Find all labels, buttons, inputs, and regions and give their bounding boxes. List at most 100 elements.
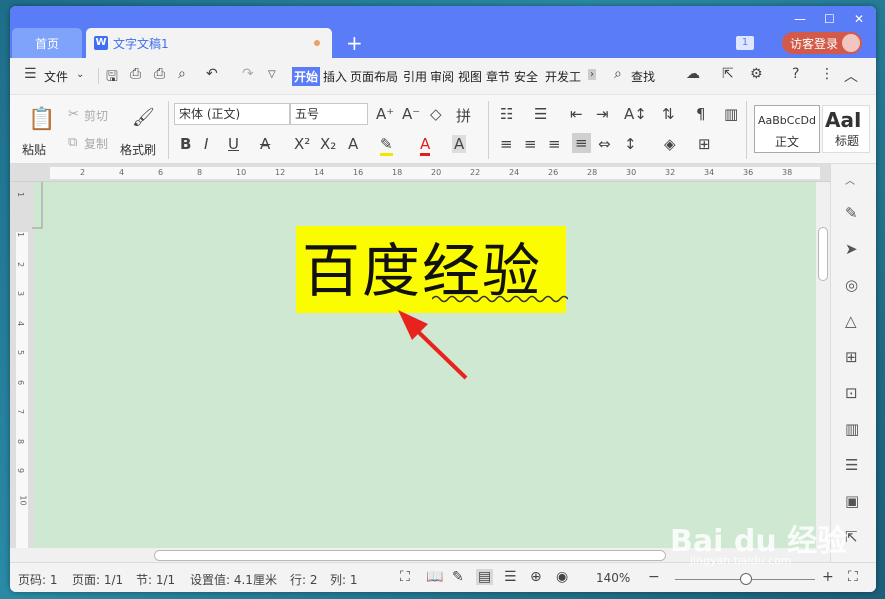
login-button[interactable]: 访客登录 <box>782 32 862 54</box>
zoom-out-icon[interactable]: − <box>648 569 660 585</box>
chevron-right-icon[interactable]: › <box>588 69 596 80</box>
justify-icon[interactable]: ≡ <box>572 133 591 153</box>
find-button[interactable]: 查找 <box>631 68 655 85</box>
strikethrough-icon[interactable]: A <box>260 135 270 153</box>
edit-mode-icon[interactable]: ✎ <box>452 569 464 585</box>
page-view-icon[interactable]: ▤ <box>476 569 494 585</box>
chevron-down-icon[interactable]: ⌄ <box>76 69 84 80</box>
numbered-list-icon[interactable]: ☰ <box>534 105 547 123</box>
decrease-indent-icon[interactable]: ⇤ <box>570 105 583 123</box>
font-size-select[interactable]: 五号 <box>290 103 368 125</box>
distributed-icon[interactable]: ⇔ <box>598 135 611 153</box>
maximize-icon[interactable]: ☐ <box>824 12 835 26</box>
customize-toolbar-icon[interactable]: ▽ <box>268 69 276 80</box>
new-tab-button[interactable]: + <box>346 31 363 55</box>
paste-button[interactable]: 粘贴 <box>22 141 46 158</box>
undo-icon[interactable]: ↶ <box>206 66 218 82</box>
italic-icon[interactable]: I <box>204 135 208 153</box>
line-spacing-icon[interactable]: ↕ <box>624 135 637 153</box>
align-right-icon[interactable]: ≡ <box>548 135 561 153</box>
zoom-level[interactable]: 140% <box>596 571 630 585</box>
style-heading[interactable]: AaI 标题 <box>822 105 870 153</box>
save-icon[interactable]: 🖫 <box>106 66 118 90</box>
fit-window-icon[interactable]: ⛶ <box>848 569 858 585</box>
format-painter-button[interactable]: 格式刷 <box>120 141 156 158</box>
vertical-scroll-thumb[interactable] <box>818 227 828 281</box>
char-shading-icon[interactable]: A <box>452 135 467 153</box>
minimize-icon[interactable]: — <box>794 12 806 26</box>
horizontal-scroll-thumb[interactable] <box>154 550 666 561</box>
paste-icon[interactable]: 📋 <box>28 107 55 132</box>
status-line[interactable]: 行: 2 <box>290 571 318 588</box>
columns-icon[interactable]: ▥ <box>724 105 738 123</box>
zoom-slider-handle[interactable] <box>740 573 752 585</box>
notification-badge[interactable]: 1 <box>736 36 754 50</box>
shading-icon[interactable]: ◈ <box>664 135 676 153</box>
menu-tab-references[interactable]: 引用 <box>403 68 427 85</box>
font-name-select[interactable]: 宋体 (正文) <box>174 103 290 125</box>
collapse-ribbon-icon[interactable]: ︿ <box>844 66 858 86</box>
font-color-icon[interactable]: A <box>420 135 431 156</box>
select-cursor-icon[interactable]: ➤ <box>845 240 858 258</box>
subscript-icon[interactable]: X₂ <box>320 135 336 153</box>
bold-icon[interactable]: B <box>180 135 191 153</box>
highlight-icon[interactable]: ✎ <box>380 135 393 156</box>
settings-sliders-icon[interactable]: ☰ <box>845 456 858 474</box>
decrease-font-icon[interactable]: A⁻ <box>402 105 420 123</box>
menu-tab-layout[interactable]: 页面布局 <box>350 68 398 85</box>
outline-view-icon[interactable]: ☰ <box>504 569 517 585</box>
hamburger-icon[interactable]: ☰ <box>24 66 37 82</box>
cut-icon[interactable]: ✂ <box>68 107 79 122</box>
copy-button[interactable]: 复制 <box>84 135 108 152</box>
status-section[interactable]: 节: 1/1 <box>136 571 175 588</box>
format-painter-icon[interactable]: 🖌 <box>132 107 155 128</box>
horizontal-ruler[interactable]: 2 4 6 8 10 12 14 16 18 20 22 24 26 28 30 32 34 36 38 <box>10 164 830 182</box>
apps-icon[interactable]: ⊡ <box>845 384 858 402</box>
text-direction-icon[interactable]: A↕ <box>624 105 647 123</box>
cut-button[interactable]: 剪切 <box>84 107 108 124</box>
underline-icon[interactable]: U <box>228 135 239 153</box>
tab-document[interactable]: W 文字文稿1 <box>86 28 332 58</box>
image-icon[interactable]: ▣ <box>845 492 859 510</box>
increase-indent-icon[interactable]: ⇥ <box>596 105 609 123</box>
menu-tab-insert[interactable]: 插入 <box>323 68 347 85</box>
share-icon[interactable]: ⇱ <box>722 66 734 82</box>
tools-icon[interactable]: ⚙ <box>750 66 763 82</box>
chart-icon[interactable]: ▥ <box>845 420 859 438</box>
status-column[interactable]: 列: 1 <box>330 571 358 588</box>
close-icon[interactable]: ✕ <box>854 12 864 26</box>
style-icon[interactable]: △ <box>845 312 857 330</box>
increase-font-icon[interactable]: A⁺ <box>376 105 394 123</box>
tab-home[interactable]: 首页 <box>12 28 82 58</box>
document-page[interactable]: 百度经验 <box>32 182 816 548</box>
align-left-icon[interactable]: ≡ <box>500 135 513 153</box>
menu-file[interactable]: 文件 <box>44 68 68 85</box>
menu-tab-view[interactable]: 视图 <box>458 68 482 85</box>
menu-tab-security[interactable]: 安全 <box>514 68 538 85</box>
status-setting[interactable]: 设置值: 4.1厘米 <box>190 571 277 588</box>
redo-icon[interactable]: ↷ <box>242 66 254 82</box>
menu-tab-chapter[interactable]: 章节 <box>486 68 510 85</box>
sort-icon[interactable]: ⇅ <box>662 105 675 123</box>
print-icon[interactable]: ⎙ <box>154 66 165 82</box>
search-icon[interactable]: ⌕ <box>614 66 622 82</box>
table-icon[interactable]: ⊞ <box>845 348 858 366</box>
more-icon[interactable]: ⋮ <box>820 66 834 82</box>
borders-icon[interactable]: ⊞ <box>698 135 711 153</box>
export-pdf-icon[interactable]: ⎙ <box>130 66 141 82</box>
shapes-icon[interactable]: ◎ <box>845 276 858 294</box>
bullet-list-icon[interactable]: ☷ <box>500 105 513 123</box>
reading-mode-icon[interactable]: 📖 <box>426 569 443 585</box>
chevron-up-icon[interactable]: ︿ <box>845 172 855 187</box>
cloud-icon[interactable]: ☁ <box>686 66 700 82</box>
clear-format-icon[interactable]: ◇ <box>430 105 442 123</box>
show-marks-icon[interactable]: ¶ <box>696 105 706 123</box>
pinyin-icon[interactable]: 拼 <box>456 105 471 126</box>
vertical-ruler[interactable]: 1 1 2 3 4 5 6 7 8 9 10 <box>10 182 34 548</box>
web-view-icon[interactable]: ⊕ <box>530 569 542 585</box>
superscript-icon[interactable]: X² <box>294 135 310 153</box>
align-center-icon[interactable]: ≡ <box>524 135 537 153</box>
print-preview-icon[interactable]: ⌕ <box>178 66 186 82</box>
help-icon[interactable]: ? <box>792 66 799 82</box>
menu-tab-start[interactable]: 开始 <box>292 67 321 86</box>
